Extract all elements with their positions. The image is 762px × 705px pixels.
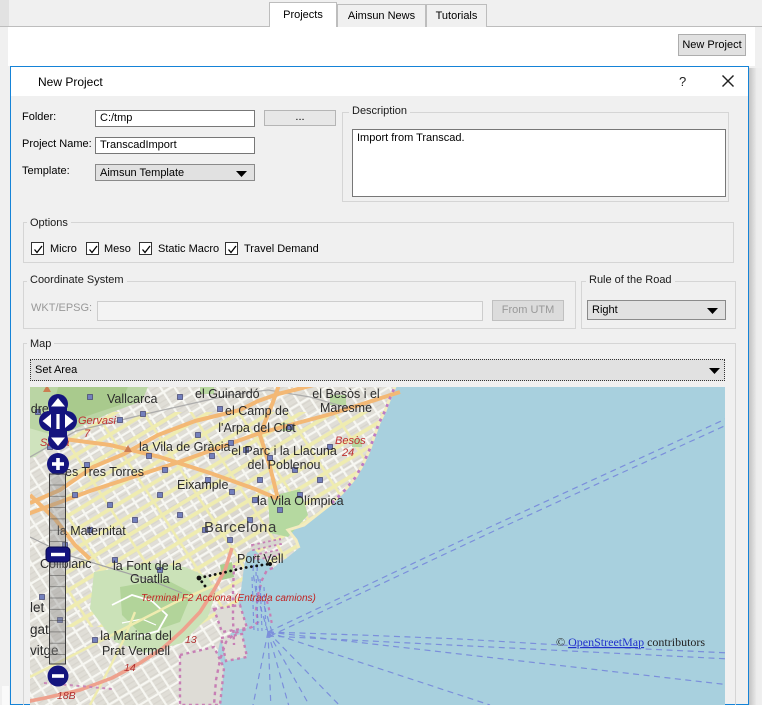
svg-text:es Tres Torres: es Tres Torres [65,465,144,479]
svg-text:Terminal F2 Acciona (Entrada c: Terminal F2 Acciona (Entrada camions) [141,593,316,604]
svg-text:el Guinardó: el Guinardó [195,387,260,401]
svg-text:24: 24 [341,447,354,459]
svg-text:el Camp de: el Camp de [225,404,289,418]
svg-text:l'Arpa del Clot: l'Arpa del Clot [218,421,296,435]
svg-text:Besòs: Besòs [335,435,366,447]
svg-text:let: let [30,600,45,615]
svg-text:Guatlla: Guatlla [130,572,170,586]
svg-text:Maresme: Maresme [320,401,372,415]
svg-text:la Vila de Gràcia: la Vila de Gràcia [139,440,231,454]
svg-text:la Maternitat: la Maternitat [57,524,126,538]
svg-text:Eixample: Eixample [177,478,228,492]
svg-text:14: 14 [124,662,136,674]
svg-text:Vallcarca: Vallcarca [107,392,158,406]
svg-text:7: 7 [84,428,91,440]
svg-text:13: 13 [185,634,197,646]
svg-text:el Besòs i el: el Besòs i el [312,387,379,401]
svg-text:la Font de la: la Font de la [113,559,182,573]
svg-text:Barcelona: Barcelona [204,519,277,536]
svg-text:el Parc i la Llacuna: el Parc i la Llacuna [231,444,337,458]
svg-text:gat: gat [30,622,49,637]
svg-text:© OpenStreetMap contributors: © OpenStreetMap contributors [556,635,705,649]
svg-text:del Poblenou: del Poblenou [248,458,321,472]
svg-text:Gervasi: Gervasi [78,415,116,427]
svg-text:18B: 18B [57,690,76,702]
svg-text:Port Vell: Port Vell [237,552,284,566]
svg-text:la Marina del: la Marina del [100,629,172,643]
svg-text:la Vila Olímpica: la Vila Olímpica [257,494,344,508]
svg-text:Prat Vermell: Prat Vermell [102,644,170,658]
